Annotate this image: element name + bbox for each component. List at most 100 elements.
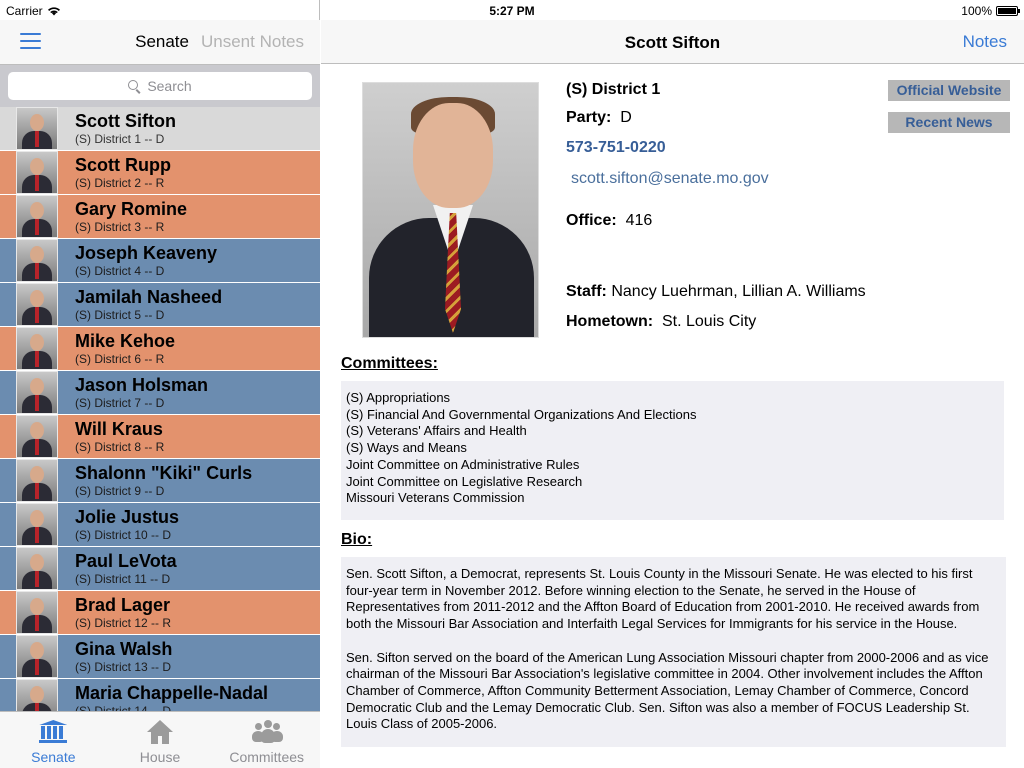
senator-name: Scott Rupp bbox=[75, 155, 171, 175]
bio-paragraph: Sen. Scott Sifton, a Democrat, represent… bbox=[346, 566, 980, 632]
senator-name: Shalonn "Kiki" Curls bbox=[75, 463, 253, 483]
list-item[interactable]: Gina Walsh (S) District 13 -- D bbox=[0, 635, 320, 679]
party-label: Party: bbox=[566, 109, 612, 126]
committee-item: (S) Veterans' Affairs and Health bbox=[346, 423, 527, 439]
list-item-text: Jason Holsman (S) District 7 -- D bbox=[59, 371, 208, 414]
senator-thumbnail bbox=[16, 459, 58, 502]
official-website-button[interactable]: Official Website bbox=[888, 80, 1010, 101]
senator-thumbnail bbox=[16, 327, 58, 370]
list-item[interactable]: Brad Lager (S) District 12 -- R bbox=[0, 591, 320, 635]
senator-thumbnail bbox=[16, 635, 58, 678]
detail-pane: Scott Sifton Notes (S) District 1 Party:… bbox=[321, 0, 1024, 768]
tab-house[interactable]: House bbox=[107, 712, 214, 768]
list-item-text: Scott Rupp (S) District 2 -- R bbox=[59, 151, 171, 194]
list-item-text: Mike Kehoe (S) District 6 -- R bbox=[59, 327, 175, 370]
senator-name: Mike Kehoe bbox=[75, 331, 176, 351]
detail-title: Scott Sifton bbox=[624, 33, 721, 52]
senator-name: Jolie Justus bbox=[75, 507, 180, 527]
office-value: 416 bbox=[625, 212, 653, 229]
list-item[interactable]: Shalonn "Kiki" Curls (S) District 9 -- D bbox=[0, 459, 320, 503]
email-link[interactable]: scott.sifton@senate.mo.gov bbox=[571, 170, 769, 188]
phone-link[interactable]: 573-751-0220 bbox=[566, 139, 666, 157]
senator-name: Jamilah Nasheed bbox=[75, 287, 223, 307]
list-item[interactable]: Joseph Keaveny (S) District 4 -- D bbox=[0, 239, 320, 283]
tab-bar: Senate House Committees bbox=[0, 711, 320, 768]
committees-list: (S) Appropriations (S) Financial And Gove… bbox=[341, 381, 1004, 520]
list-item[interactable]: Maria Chappelle-Nadal (S) District 14 -- … bbox=[0, 679, 320, 711]
committee-item: Joint Committee on Legislative Research bbox=[346, 473, 583, 489]
committee-item: Joint Committee on Administrative Rules bbox=[346, 456, 580, 472]
list-item[interactable]: Will Kraus (S) District 8 -- R bbox=[0, 415, 320, 459]
house-icon bbox=[145, 720, 175, 744]
search-input[interactable]: Search bbox=[8, 72, 312, 100]
senator-thumbnail bbox=[16, 679, 58, 711]
list-item-text: Gina Walsh (S) District 13 -- D bbox=[59, 635, 172, 678]
list-item[interactable]: Jason Holsman (S) District 7 -- D bbox=[0, 371, 320, 415]
staff-label: Staff: bbox=[566, 283, 607, 300]
senator-name: Scott Sifton bbox=[75, 111, 176, 131]
senator-thumbnail bbox=[16, 283, 58, 326]
bio-paragraph: Sen. Sifton served on the board of the A… bbox=[346, 649, 989, 732]
senator-district: (S) District 13 -- D bbox=[75, 660, 171, 674]
staff-value: Nancy Luehrman, Lillian A. Williams bbox=[611, 283, 866, 300]
tab-senate[interactable]: Senate bbox=[0, 712, 107, 768]
senator-name: Gina Walsh bbox=[75, 639, 173, 659]
senator-name: Jason Holsman bbox=[75, 375, 209, 395]
capitol-icon bbox=[38, 720, 68, 744]
search-bar: Search bbox=[0, 64, 320, 107]
people-icon bbox=[251, 720, 283, 744]
district-label: (S) District 1 bbox=[566, 81, 661, 98]
list-item[interactable]: Mike Kehoe (S) District 6 -- R bbox=[0, 327, 320, 371]
hometown-value: St. Louis City bbox=[662, 313, 757, 330]
senator-district: (S) District 3 -- R bbox=[75, 220, 165, 234]
menu-icon[interactable] bbox=[20, 33, 41, 49]
list-item[interactable]: Jolie Justus (S) District 10 -- D bbox=[0, 503, 320, 547]
segment-senate[interactable]: Senate bbox=[135, 32, 189, 52]
senator-district: (S) District 8 -- R bbox=[75, 440, 165, 454]
list-item-text: Maria Chappelle-Nadal (S) District 14 -- … bbox=[59, 679, 268, 711]
staff-row: Staff: Nancy Luehrman, Lillian A. Willia… bbox=[566, 283, 866, 301]
list-item[interactable]: Scott Rupp (S) District 2 -- R bbox=[0, 151, 320, 195]
list-item[interactable]: Jamilah Nasheed (S) District 5 -- D bbox=[0, 283, 320, 327]
list-item-text: Will Kraus (S) District 8 -- R bbox=[59, 415, 164, 458]
list-item[interactable]: Paul LeVota (S) District 11 -- D bbox=[0, 547, 320, 591]
hometown-label: Hometown: bbox=[566, 313, 654, 330]
senator-district: (S) District 6 -- R bbox=[75, 352, 165, 366]
senator-district: (S) District 12 -- R bbox=[75, 616, 171, 630]
list-item[interactable]: Scott Sifton (S) District 1 -- D bbox=[0, 107, 320, 151]
party-value: D bbox=[620, 109, 632, 126]
senator-name: Paul LeVota bbox=[75, 551, 177, 571]
senator-district: (S) District 7 -- D bbox=[75, 396, 165, 410]
search-icon bbox=[128, 79, 141, 93]
bio-heading: Bio: bbox=[341, 531, 373, 548]
committees-heading: Committees: bbox=[341, 355, 438, 372]
senator-district: (S) District 9 -- D bbox=[75, 484, 165, 498]
senator-district: (S) District 11 -- D bbox=[75, 572, 171, 586]
senator-thumbnail bbox=[16, 415, 58, 458]
list-item-text: Joseph Keaveny (S) District 4 -- D bbox=[59, 239, 217, 282]
senator-thumbnail bbox=[16, 239, 58, 282]
list-item-text: Jamilah Nasheed (S) District 5 -- D bbox=[59, 283, 222, 326]
master-nav-bar: Senate Unsent Notes bbox=[0, 20, 320, 64]
committee-item: (S) Ways and Means bbox=[346, 440, 467, 456]
office-label: Office: bbox=[566, 212, 617, 229]
notes-button[interactable]: Notes bbox=[963, 32, 1007, 52]
list-item[interactable]: Gary Romine (S) District 3 -- R bbox=[0, 195, 320, 239]
office-row: Office: 416 bbox=[566, 212, 652, 230]
search-placeholder: Search bbox=[147, 78, 192, 94]
senator-name: Gary Romine bbox=[75, 199, 188, 219]
segment-unsent-notes[interactable]: Unsent Notes bbox=[201, 32, 304, 52]
committee-item: (S) Appropriations bbox=[346, 390, 451, 405]
senator-list[interactable]: Scott Sifton (S) District 1 -- D Scott Rup… bbox=[0, 107, 320, 711]
senator-district: (S) District 10 -- D bbox=[75, 528, 171, 542]
detail-nav-bar: Scott Sifton Notes bbox=[321, 20, 1024, 64]
recent-news-button[interactable]: Recent News bbox=[888, 112, 1010, 133]
tab-committees-label: Committees bbox=[229, 749, 305, 765]
list-item-text: Gary Romine (S) District 3 -- R bbox=[59, 195, 187, 238]
senator-district: (S) District 1 -- D bbox=[75, 132, 165, 146]
list-item-text: Jolie Justus (S) District 10 -- D bbox=[59, 503, 179, 546]
tab-committees[interactable]: Committees bbox=[213, 712, 320, 768]
senator-thumbnail bbox=[16, 107, 58, 150]
party-row: Party: D bbox=[566, 109, 632, 127]
bio-text: Sen. Scott Sifton, a Democrat, represent… bbox=[341, 557, 1006, 747]
